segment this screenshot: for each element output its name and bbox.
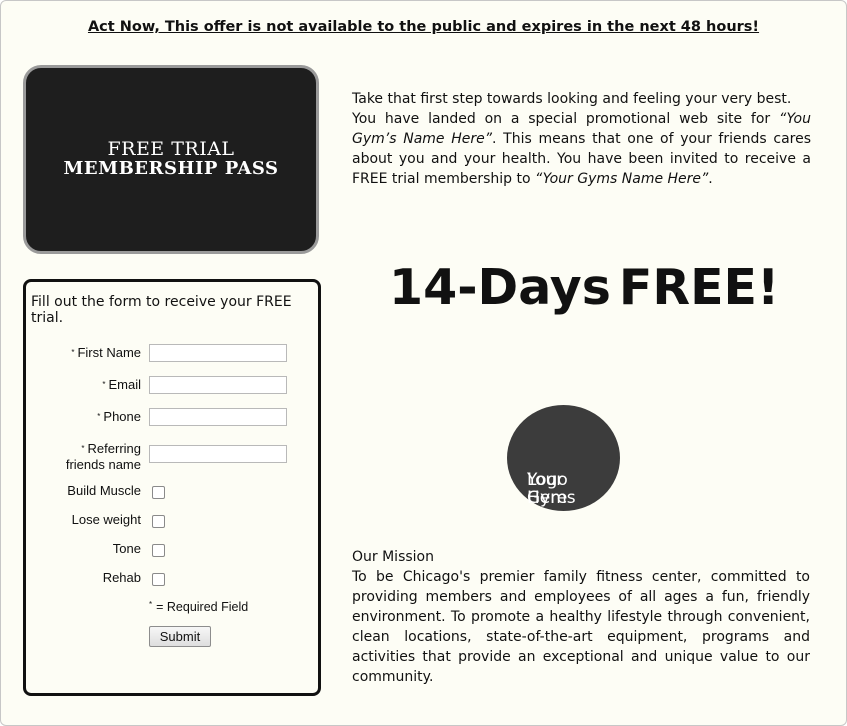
tone-label: Tone <box>112 541 141 556</box>
logo-line-2: Logo Here <box>527 470 568 508</box>
referring-friend-label: * Referring friends name <box>66 441 141 473</box>
referring-label-line-2: friends name <box>65 457 141 472</box>
email-label-text: Email <box>108 377 141 392</box>
form-title: Fill out the form to receive your FREE t… <box>31 294 292 326</box>
phone-label-text: Phone <box>103 409 141 424</box>
required-marker: * <box>71 348 75 357</box>
mission-text: To be Chicago's premier family fitness c… <box>352 569 810 685</box>
rehab-label: Rehab <box>102 570 141 585</box>
required-marker: * <box>149 600 153 609</box>
tone-checkbox[interactable] <box>152 544 165 557</box>
required-marker: * <box>102 380 106 389</box>
offer-banner: Act Now, This offer is not available to … <box>87 19 760 35</box>
trial-signup-form: Fill out the form to receive your FREE t… <box>23 279 321 696</box>
required-marker: * <box>97 412 101 421</box>
pass-line-2: MEMBERSHIP PASS <box>63 158 279 179</box>
page-frame: Act Now, This offer is not available to … <box>0 0 847 726</box>
required-marker: * <box>81 444 85 453</box>
headline-days: 14-Days <box>389 259 611 316</box>
intro-text-part: . <box>708 171 713 187</box>
submit-button[interactable]: Submit <box>149 626 211 647</box>
gym-name-placeholder: “Your Gyms Name Here” <box>535 171 709 187</box>
build-muscle-checkbox[interactable] <box>152 486 165 499</box>
lose-weight-label: Lose weight <box>71 512 141 527</box>
email-input[interactable] <box>149 376 287 394</box>
phone-label: * Phone <box>97 409 141 425</box>
lose-weight-checkbox[interactable] <box>152 515 165 528</box>
membership-pass-card: FREE TRIAL MEMBERSHIP PASS <box>23 65 319 254</box>
required-note-text: = Required Field <box>156 600 249 614</box>
referring-friend-input[interactable] <box>149 445 287 463</box>
required-field-note: * = Required Field <box>149 600 248 614</box>
headline-free: FREE! <box>618 259 780 316</box>
referring-label-line-1: Referring <box>87 441 141 456</box>
fourteen-days-free-headline: 14-Days FREE! <box>389 259 779 316</box>
first-name-label: * First Name <box>71 345 141 361</box>
rehab-checkbox[interactable] <box>152 573 165 586</box>
intro-first-line: Take that first step towards looking and… <box>352 91 792 107</box>
pass-line-1: FREE TRIAL <box>107 138 235 160</box>
intro-text-part: You have landed on a special promotional… <box>352 111 779 127</box>
first-name-label-text: First Name <box>77 345 141 360</box>
phone-input[interactable] <box>149 408 287 426</box>
gym-logo-placeholder: Your Gyms Logo Here <box>507 405 620 511</box>
mission-title: Our Mission <box>352 549 434 565</box>
intro-paragraph: You have landed on a special promotional… <box>352 109 811 189</box>
first-name-input[interactable] <box>149 344 287 362</box>
email-label: * Email <box>102 377 141 393</box>
intro-text: Take that first step towards looking and… <box>352 89 811 189</box>
mission-section: Our Mission To be Chicago's premier fami… <box>352 547 810 687</box>
build-muscle-label: Build Muscle <box>67 483 141 498</box>
